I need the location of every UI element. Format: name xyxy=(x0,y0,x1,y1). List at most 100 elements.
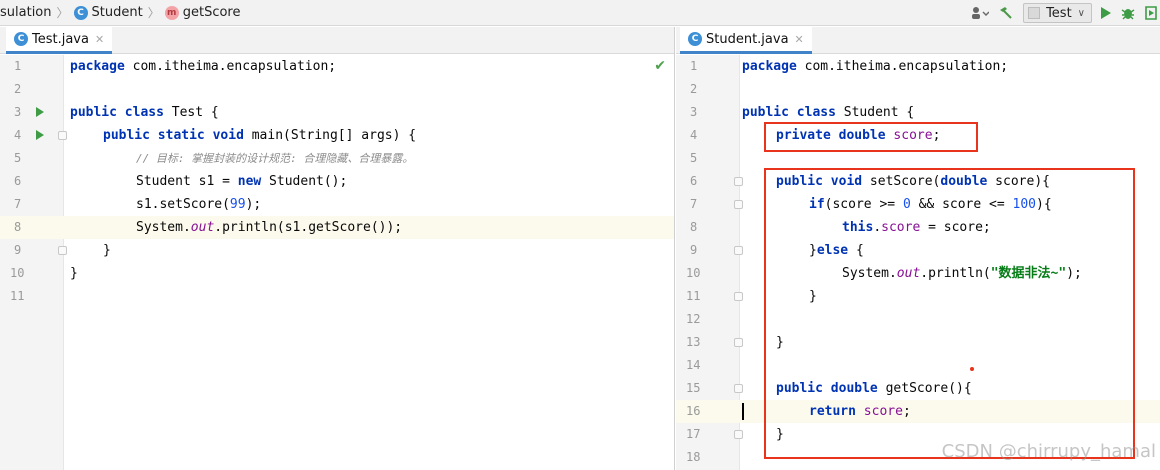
code-fragment: s1.setScore( xyxy=(136,197,230,212)
static-field: out xyxy=(190,220,215,235)
code-line: 10 } xyxy=(0,262,674,285)
code-line: 5 // 目标: 掌握封装的设计规范: 合理隐藏、合理暴露。 xyxy=(0,147,674,170)
code-line: 11 xyxy=(0,285,674,308)
code-line: 3 public class Student { xyxy=(676,101,1160,124)
code-text: package com.itheima.encapsulation; xyxy=(70,55,336,78)
line-number: 9 xyxy=(690,243,698,257)
code-line: 7 s1.setScore(99); xyxy=(0,193,674,216)
code-editor[interactable]: 1 package com.itheima.encapsulation; 2 3… xyxy=(676,55,1160,470)
fold-icon[interactable] xyxy=(58,246,67,255)
fold-icon[interactable] xyxy=(734,430,743,439)
config-icon xyxy=(1028,7,1041,19)
tab-label: Test.java xyxy=(32,31,89,47)
line-number: 10 xyxy=(686,266,701,280)
line-number: 5 xyxy=(14,151,22,165)
fold-icon[interactable] xyxy=(734,292,743,301)
code-text: System.out.println(s1.getScore()); xyxy=(136,216,402,239)
highlight-box-methods xyxy=(764,168,1135,459)
keyword: new xyxy=(237,174,262,189)
chevron-right-icon: 〉 xyxy=(147,6,160,20)
class-name: Test { xyxy=(163,105,219,120)
line-number: 17 xyxy=(686,427,701,441)
code-line: 4 public static void main(String[] args)… xyxy=(0,124,674,147)
breadcrumb-label: getScore xyxy=(182,5,241,20)
code-editor[interactable]: 1 package com.itheima.encapsulation; ✔ 2… xyxy=(0,55,674,470)
breadcrumb-item-class[interactable]: C Student xyxy=(73,5,143,20)
package-name: com.itheima.encapsulation; xyxy=(796,59,1009,74)
code-text: s1.setScore(99); xyxy=(136,193,261,216)
fold-icon[interactable] xyxy=(58,131,67,140)
tab-label: Student.java xyxy=(706,31,789,47)
chevron-down-icon: ∨ xyxy=(1077,7,1085,19)
run-configuration-select[interactable]: Test ∨ xyxy=(1023,3,1092,23)
code-text: } xyxy=(103,243,111,258)
line-number: 13 xyxy=(686,335,701,349)
fold-icon[interactable] xyxy=(734,177,743,186)
run-icon[interactable] xyxy=(1100,2,1112,24)
code-comment: // 目标: 掌握封装的设计规范: 合理隐藏、合理暴露。 xyxy=(136,152,414,165)
code-fragment: Student(); xyxy=(261,174,348,189)
run-gutter-icon[interactable] xyxy=(36,130,44,140)
keyword: public xyxy=(70,105,117,120)
main-toolbar: Test ∨ xyxy=(963,0,1160,26)
package-name: com.itheima.encapsulation; xyxy=(124,59,337,74)
code-fragment: .println(s1.getScore()); xyxy=(214,220,403,235)
code-line-current: 8 System.out.println(s1.getScore()); xyxy=(0,216,674,239)
breadcrumb-item-package[interactable]: sulation xyxy=(0,5,52,20)
line-number: 3 xyxy=(690,105,698,119)
code-line: 2 xyxy=(676,78,1160,101)
line-number: 18 xyxy=(686,450,701,464)
editor-tab-bar: C Student.java ✕ xyxy=(676,27,1160,54)
close-icon[interactable]: ✕ xyxy=(795,33,804,46)
line-number: 6 xyxy=(690,174,698,188)
fold-icon[interactable] xyxy=(734,246,743,255)
number-literal: 99 xyxy=(229,197,246,212)
run-gutter-icon[interactable] xyxy=(36,107,44,117)
line-number: 1 xyxy=(690,59,698,73)
user-icon[interactable] xyxy=(971,2,990,24)
run-configuration-label: Test xyxy=(1046,5,1072,21)
fold-icon[interactable] xyxy=(734,200,743,209)
line-number: 5 xyxy=(690,151,698,165)
keyword: public xyxy=(742,105,789,120)
code-line: 1 package com.itheima.encapsulation; ✔ xyxy=(0,55,674,78)
line-number: 4 xyxy=(14,128,22,142)
fold-icon[interactable] xyxy=(734,384,743,393)
code-text: public class Test { xyxy=(70,101,219,124)
line-number: 2 xyxy=(14,82,22,96)
build-hammer-icon[interactable] xyxy=(997,2,1013,24)
tab-test-java[interactable]: C Test.java ✕ xyxy=(6,27,113,54)
line-number: 14 xyxy=(686,358,701,372)
class-file-icon: C xyxy=(14,32,28,46)
code-text: Student s1 = new Student(); xyxy=(136,170,347,193)
line-number: 3 xyxy=(14,105,22,119)
coverage-icon[interactable] xyxy=(1144,2,1158,24)
keyword: void xyxy=(212,128,244,143)
keyword: class xyxy=(796,105,836,120)
close-icon[interactable]: ✕ xyxy=(95,33,104,46)
line-number: 11 xyxy=(686,289,701,303)
code-text: } xyxy=(70,266,78,281)
code-line: 6 Student s1 = new Student(); xyxy=(0,170,674,193)
fold-icon[interactable] xyxy=(734,338,743,347)
method-signature: main(String[] args) { xyxy=(243,128,417,143)
editor-pane-student: C Student.java ✕ 1 package com.itheima.e… xyxy=(676,27,1160,470)
code-fragment: Student s1 = xyxy=(136,174,238,189)
tab-student-java[interactable]: C Student.java ✕ xyxy=(680,27,812,54)
line-number: 6 xyxy=(14,174,22,188)
line-number: 16 xyxy=(686,404,701,418)
code-fragment: System. xyxy=(136,220,191,235)
line-number: 9 xyxy=(14,243,22,257)
highlight-box-field xyxy=(764,122,978,152)
line-number: 10 xyxy=(10,266,25,280)
code-line: 1 package com.itheima.encapsulation; xyxy=(676,55,1160,78)
line-number: 4 xyxy=(690,128,698,142)
debug-icon[interactable] xyxy=(1120,2,1136,24)
text-caret xyxy=(742,403,744,420)
code-line: 3 public class Test { xyxy=(0,101,674,124)
code-fragment: ); xyxy=(245,197,262,212)
line-number: 2 xyxy=(690,82,698,96)
breadcrumb-item-method[interactable]: m getScore xyxy=(164,5,241,20)
keyword: package xyxy=(742,59,797,74)
line-number: 15 xyxy=(686,381,701,395)
